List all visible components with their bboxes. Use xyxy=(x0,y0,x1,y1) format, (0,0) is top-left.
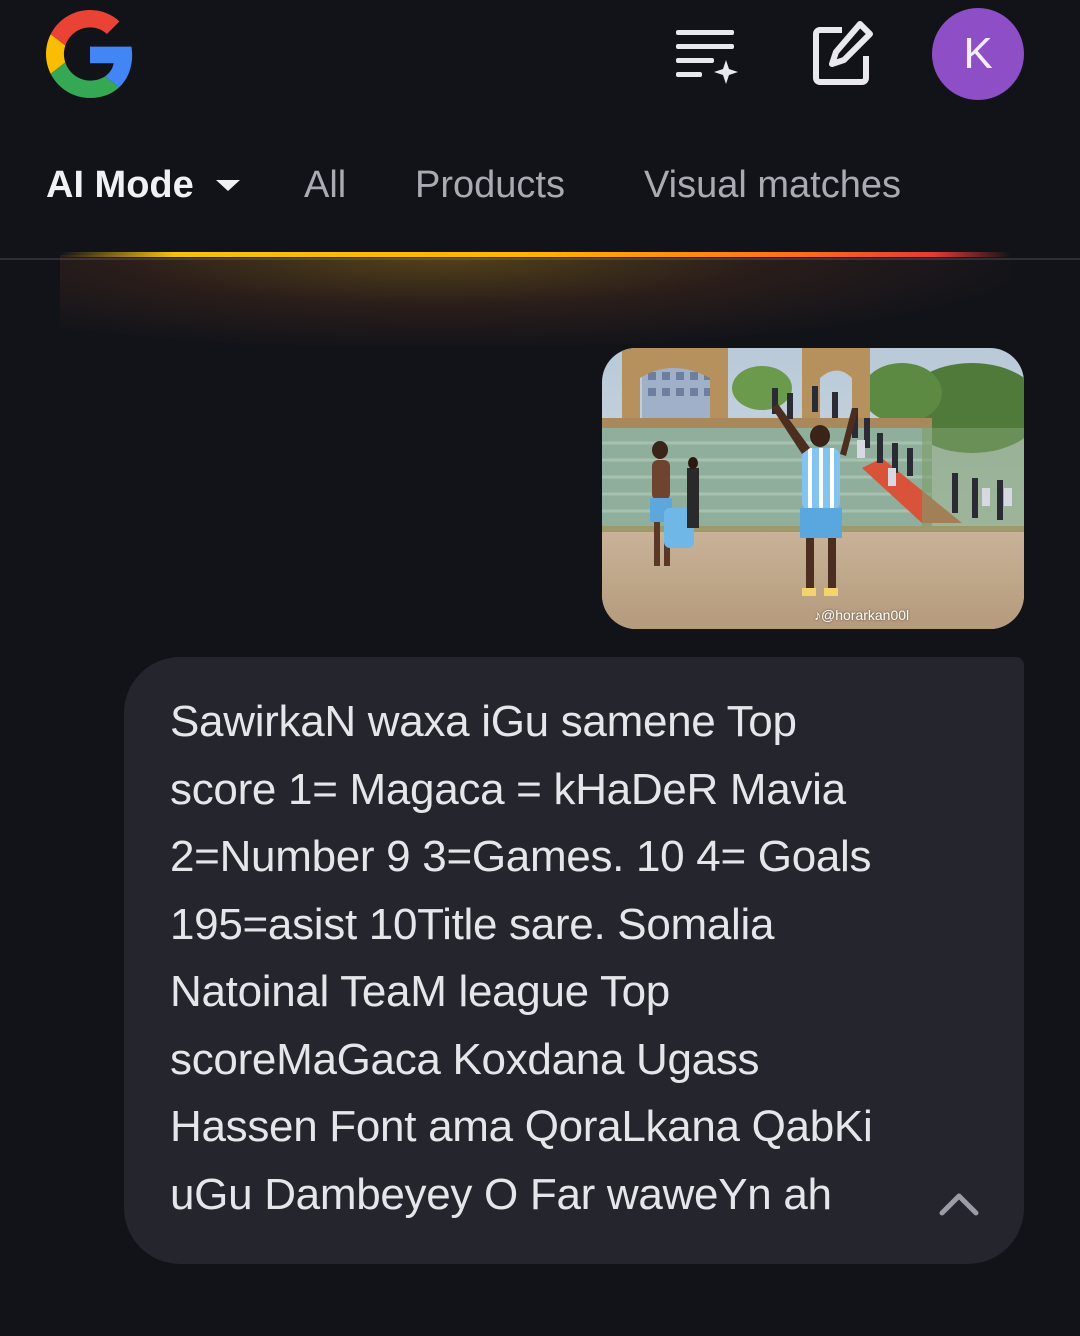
account-avatar[interactable]: K xyxy=(932,8,1024,100)
edit-square-icon[interactable] xyxy=(808,20,876,88)
tab-all[interactable]: All xyxy=(304,164,346,207)
active-tab-indicator xyxy=(60,252,1010,257)
tab-products[interactable]: Products xyxy=(415,164,565,207)
top-bar: K xyxy=(0,0,1080,120)
user-message-text: SawirkaN waxa iGu samene Top score 1= Ma… xyxy=(170,697,873,1219)
ai-mode-page: K AI Mode All Products Visual matches ♪@… xyxy=(0,0,1080,1336)
list-sparkle-icon[interactable] xyxy=(670,20,738,88)
user-message-bubble: SawirkaN waxa iGu samene Top score 1= Ma… xyxy=(124,657,1024,1264)
uploaded-image[interactable]: ♪@horarkan00l xyxy=(602,348,1024,629)
tab-visual-matches[interactable]: Visual matches xyxy=(644,164,901,207)
tab-ai-mode-label: AI Mode xyxy=(46,164,194,206)
watermark-text: @horarkan00l xyxy=(821,607,910,623)
tabs-divider xyxy=(0,258,1080,260)
tiktok-icon: ♪ xyxy=(814,607,821,623)
caret-down-icon xyxy=(215,180,240,191)
active-tab-glow xyxy=(60,255,1010,345)
tab-ai-mode[interactable]: AI Mode xyxy=(46,164,240,207)
google-logo-icon[interactable] xyxy=(46,10,134,98)
uploaded-photo xyxy=(602,348,1024,629)
chevron-up-icon[interactable] xyxy=(934,1183,984,1223)
search-tabs: AI Mode All Products Visual matches xyxy=(0,150,1080,230)
tiktok-watermark: ♪@horarkan00l xyxy=(814,607,909,623)
